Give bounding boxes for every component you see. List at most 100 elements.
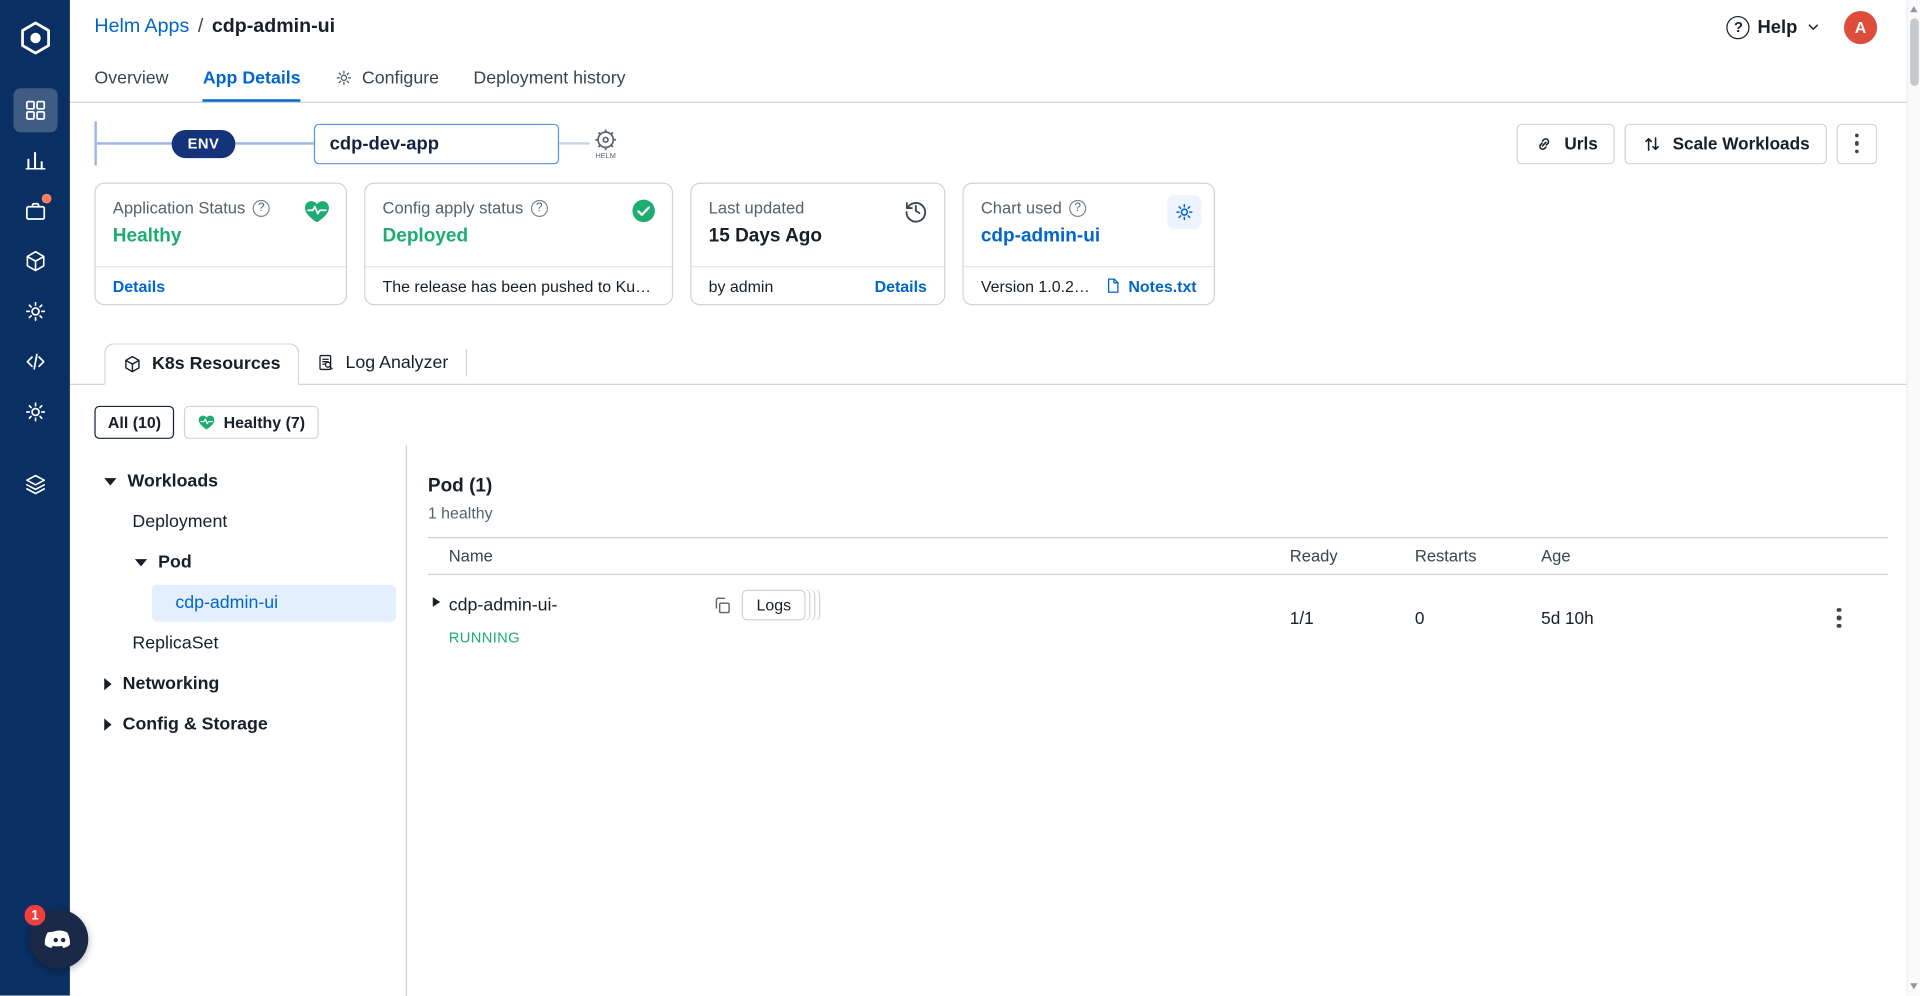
urls-button[interactable]: Urls [1517,123,1615,163]
pod-age: 5d 10h [1541,608,1832,628]
filter-all[interactable]: All (10) [94,406,174,439]
pod-ready: 1/1 [1290,608,1415,628]
helm-wheel-icon: HELM [590,128,622,160]
connector-line [235,142,313,144]
filter-healthy-label: Healthy (7) [224,413,305,431]
app-header-row: ENV cdp-dev-app HELM Urls Scale Workload… [70,114,1907,173]
main-content: Helm Apps / cdp-admin-ui ? Help A Overvi… [70,0,1907,996]
tab-configure[interactable]: Configure [335,54,439,102]
card-title: Last updated [709,199,805,217]
cube-icon [123,354,143,374]
row-menu-button[interactable] [1832,603,1846,633]
app-actions: Urls Scale Workloads [1517,123,1877,163]
page-scrollbar[interactable] [1907,0,1920,996]
tree-item-config-storage[interactable]: Config & Storage [70,704,406,744]
caret-down-icon [135,558,147,565]
connector-line [97,142,172,144]
more-actions-button[interactable] [1837,123,1877,163]
top-right: ? Help A [1727,10,1877,43]
app-name-box[interactable]: cdp-dev-app [314,123,559,163]
breadcrumb-current: cdp-admin-ui [212,16,335,38]
help-label: Help [1758,17,1798,38]
col-ready: Ready [1290,547,1415,565]
scroll-up-arrow-icon[interactable] [1910,6,1917,12]
caret-right-icon [104,718,111,730]
bar-chart-icon [23,148,48,173]
log-search-icon [316,353,336,373]
card-title: Chart used [981,199,1062,217]
scale-workloads-button[interactable]: Scale Workloads [1625,123,1827,163]
check-circle-icon [630,197,657,224]
pod-restarts: 0 [1415,608,1541,628]
expand-row-icon[interactable] [433,597,440,607]
release-message: The release has been pushed to Kuber... [383,276,655,294]
breadcrumb-separator: / [198,16,203,38]
sidebar-item-stack-manager[interactable] [13,462,57,506]
logs-button[interactable]: Logs [742,590,806,621]
filter-healthy[interactable]: Healthy (7) [184,406,318,439]
tab-k8s-resources-label: K8s Resources [152,354,280,374]
page-tabs: Overview App Details Configure Deploymen… [70,54,1907,103]
details-link[interactable]: Details [113,276,165,294]
sidebar-item-applications[interactable] [13,88,57,132]
tree-item-deployment[interactable]: Deployment [70,501,406,541]
scale-workloads-label: Scale Workloads [1673,134,1810,154]
chat-button[interactable]: 1 [29,910,88,969]
notes-link-label: Notes.txt [1128,276,1196,294]
avatar[interactable]: A [1844,10,1877,43]
pod-name[interactable]: cdp-admin-ui- [449,595,700,615]
notes-link[interactable]: Notes.txt [1105,276,1196,294]
sidebar-item-code[interactable] [13,340,57,384]
help-circle-icon[interactable]: ? [1069,199,1086,216]
tab-configure-label: Configure [362,68,439,88]
scrollbar-thumb[interactable] [1910,18,1919,85]
tree-label: Deployment [132,512,227,532]
help-circle-icon: ? [1727,15,1750,38]
col-restarts: Restarts [1415,547,1541,565]
tree-item-cdp-admin-ui[interactable]: cdp-admin-ui [152,585,396,622]
chevron-down-icon [1805,18,1822,35]
sidebar-item-jobs[interactable] [13,189,57,233]
tree-label: Pod [158,552,192,572]
breadcrumb-helm-apps-link[interactable]: Helm Apps [94,16,189,38]
pod-table: Name Ready Restarts Age cdp-admin-ui- [428,537,1888,663]
resource-tabs: K8s Resources Log Analyzer [70,342,1907,385]
connector-line [559,142,590,144]
cube-icon [23,249,48,274]
caret-right-icon [104,677,111,689]
table-row: cdp-admin-ui- Logs RUNNING 1/1 0 [428,575,1888,663]
tree-label: cdp-admin-ui [175,593,278,613]
tree-item-replicaset[interactable]: ReplicaSet [70,623,406,663]
details-link[interactable]: Details [875,276,927,294]
copy-icon[interactable] [712,595,732,615]
tree-item-workloads[interactable]: Workloads [70,461,406,501]
sidebar-nav [13,88,57,506]
sidebar-item-app-groups[interactable] [13,139,57,183]
help-circle-icon[interactable]: ? [531,199,548,216]
urls-button-label: Urls [1564,134,1597,154]
chat-notification-badge: 1 [25,905,46,926]
scroll-down-arrow-icon[interactable] [1910,983,1917,989]
helm-badge-label: HELM [595,151,615,159]
sidebar-item-global-config[interactable] [13,390,57,434]
chart-used-link[interactable]: cdp-admin-ui [981,226,1197,248]
tab-k8s-resources[interactable]: K8s Resources [104,343,299,385]
sidebar-item-chart-store[interactable] [13,289,57,333]
app-logo[interactable] [14,17,56,59]
tree-item-pod[interactable]: Pod [70,542,406,582]
help-menu[interactable]: ? Help [1727,15,1822,38]
app-window: 1 Helm Apps / cdp-admin-ui ? Help A Over… [0,0,1920,996]
gear-icon [23,299,48,324]
pod-status-badge: RUNNING [449,629,806,646]
top-bar: Helm Apps / cdp-admin-ui ? Help A [70,0,1907,54]
tree-item-networking[interactable]: Networking [70,663,406,703]
updated-by: by admin [709,276,774,294]
sidebar-item-resource-browser[interactable] [13,239,57,283]
tab-overview[interactable]: Overview [94,54,168,102]
tab-log-analyzer[interactable]: Log Analyzer [299,342,466,384]
tab-deployment-history[interactable]: Deployment history [473,54,625,102]
tab-app-details[interactable]: App Details [203,54,301,102]
history-icon [902,197,929,224]
env-badge: ENV [172,129,236,157]
help-circle-icon[interactable]: ? [253,199,270,216]
